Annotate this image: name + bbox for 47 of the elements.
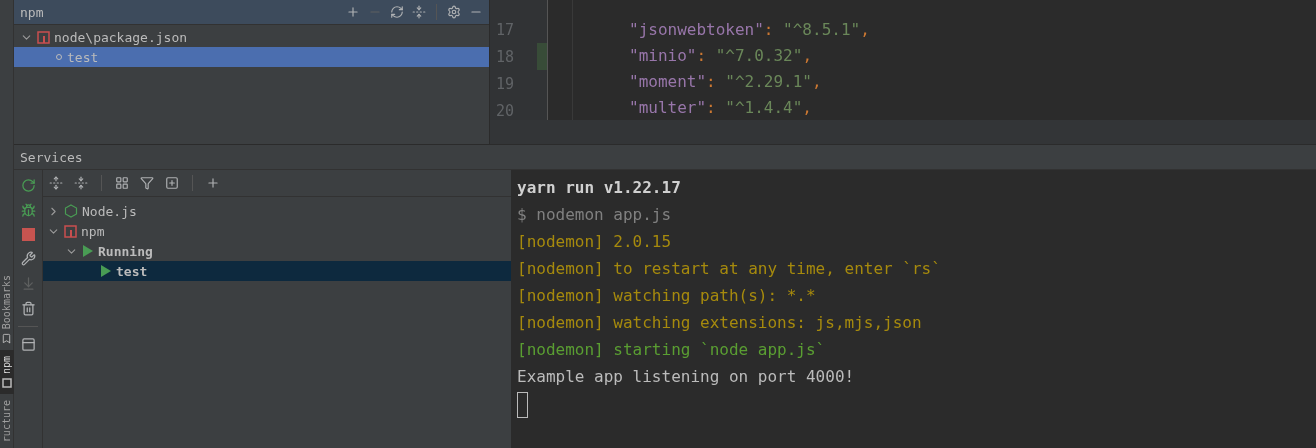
collapse-icon[interactable]	[412, 5, 426, 19]
code-line: "jsonwebtoken": "^8.5.1",	[629, 18, 871, 41]
code-line: "multer": "^1.4.4",	[629, 96, 813, 119]
console-line: yarn run v1.22.17	[517, 177, 682, 199]
tree-item[interactable]: Running	[43, 241, 511, 261]
tree-item[interactable]: node\package.json	[14, 27, 489, 47]
text-cursor	[517, 392, 528, 418]
debug-icon[interactable]	[20, 203, 36, 218]
wrench-icon[interactable]	[20, 251, 36, 266]
console-line: [nodemon] to restart at any time, enter `rs`	[517, 258, 942, 280]
npm-icon	[37, 30, 50, 44]
collapse-all-icon[interactable]	[74, 176, 88, 190]
nodejs-icon	[64, 204, 78, 218]
refresh-icon[interactable]	[390, 5, 404, 19]
tool-window-tab[interactable]: npm	[0, 349, 14, 394]
add-service-icon[interactable]	[165, 176, 179, 190]
bookmark-icon	[1, 332, 12, 344]
console-line: [nodemon] starting `node app.js`	[517, 339, 827, 361]
tree-item[interactable]: test	[43, 261, 511, 281]
console-line: $ nodemon app.js	[517, 204, 673, 226]
panel-title: npm	[20, 4, 45, 20]
trash-icon[interactable]	[20, 301, 36, 316]
run-icon	[82, 245, 94, 257]
expand-all-icon[interactable]	[49, 176, 63, 190]
plus-icon[interactable]	[346, 5, 360, 19]
code-line: "minio": "^7.0.32",	[629, 44, 813, 67]
layout-icon[interactable]	[20, 337, 36, 352]
tree-item[interactable]: npm	[43, 221, 511, 241]
panel-title: Services	[20, 149, 84, 165]
npm-icon	[64, 224, 77, 238]
group-icon[interactable]	[115, 176, 129, 190]
console-line: [nodemon] watching extensions: js,mjs,json	[517, 312, 923, 334]
run-icon	[100, 265, 112, 277]
settings-icon[interactable]	[447, 5, 461, 19]
stop-icon[interactable]	[21, 228, 35, 241]
console-line: [nodemon] watching path(s): *.*	[517, 285, 817, 307]
tree-item[interactable]: Node.js	[43, 201, 511, 221]
plus-icon[interactable]	[206, 176, 220, 190]
script-icon	[55, 53, 63, 61]
tool-window-tab[interactable]: Bookmarks	[0, 268, 14, 350]
code-line: "moment": "^2.29.1",	[629, 70, 823, 93]
npm-icon	[1, 377, 12, 388]
console-line: [nodemon] 2.0.15	[517, 231, 673, 253]
rerun-icon[interactable]	[20, 178, 36, 193]
tool-window-tab[interactable]: ructure	[0, 393, 14, 448]
filter-icon[interactable]	[140, 176, 154, 190]
console-line: Example app listening on port 4000!	[517, 366, 856, 388]
